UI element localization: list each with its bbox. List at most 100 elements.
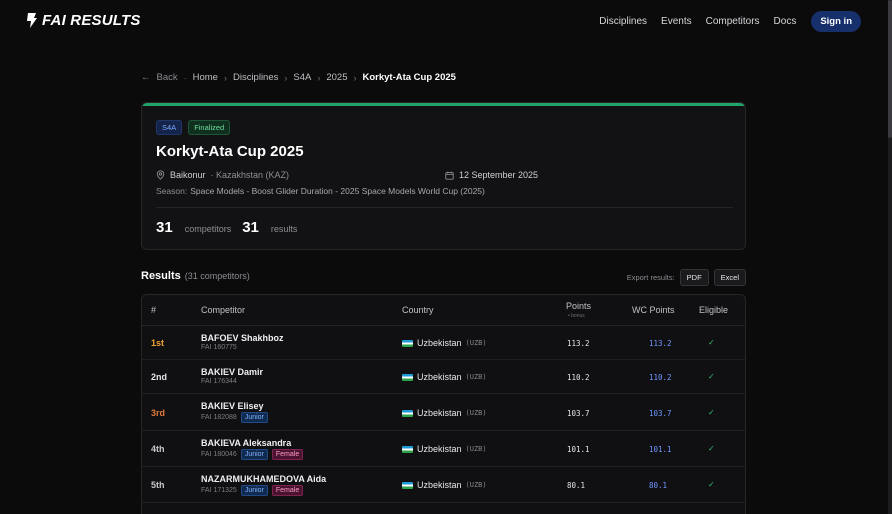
competitor-meta: FAI 176344	[201, 378, 237, 385]
country-code: (UZB)	[465, 409, 487, 417]
country-name: Uzbekistan	[417, 372, 462, 382]
calendar-icon	[445, 171, 454, 180]
sign-in-button[interactable]: Sign in	[811, 11, 861, 32]
junior-badge: Junior	[240, 412, 268, 423]
eligible-check-icon: ✓	[708, 408, 715, 417]
col-eligible[interactable]: Eligible	[699, 305, 728, 315]
country-name: Uzbekistan	[417, 338, 462, 348]
breadcrumb-current: Korkyt-Ata Cup 2025	[362, 72, 456, 83]
competitor-name[interactable]: BAKIEV Elisey	[201, 401, 264, 411]
export-controls: Export results: PDF Excel	[627, 269, 746, 286]
points-value: 101.1	[567, 445, 590, 454]
table-header: # Competitor Country Points • bonus WC P…	[142, 295, 745, 326]
country-code: (UZB)	[465, 481, 487, 489]
nav-docs[interactable]: Docs	[774, 16, 797, 27]
row-rank: 5th	[151, 480, 165, 490]
breadcrumb: ← Back · Home › Disciplines › S4A › 2025…	[141, 72, 456, 83]
col-rank[interactable]: #	[151, 305, 156, 315]
eligible-check-icon: ✓	[708, 480, 715, 489]
table-row[interactable]: 4th BAKIEVA Aleksandra FAI 180046 Junior Fem…	[142, 431, 745, 467]
country-code: (UZB)	[465, 339, 487, 347]
eligible-check-icon: ✓	[708, 338, 715, 347]
season-label: Season:	[156, 186, 188, 196]
competitor-name[interactable]: NAZARMUKHAMEDOVA Aida	[201, 474, 326, 484]
nav-competitors[interactable]: Competitors	[706, 16, 760, 27]
points-value: 110.2	[567, 373, 590, 382]
breadcrumb-disciplines[interactable]: Disciplines	[233, 72, 278, 83]
event-country: · Kazakhstan (KAZ)	[210, 170, 290, 180]
fai-id: FAI 176344	[201, 378, 237, 385]
back-arrow-icon[interactable]: ←	[141, 72, 151, 83]
results-label: results	[270, 224, 298, 234]
breadcrumb-s4a[interactable]: S4A	[293, 72, 311, 83]
uzbekistan-flag-icon	[402, 481, 413, 489]
country-code: (UZB)	[465, 373, 487, 381]
results-title: Results	[141, 270, 181, 282]
wc-points-value: 101.1	[649, 445, 672, 454]
nav-disciplines[interactable]: Disciplines	[599, 16, 647, 27]
competitor-name[interactable]: BAKIEV Damir	[201, 367, 263, 377]
competitor-meta: FAI 182088 Junior	[201, 412, 268, 423]
points-value: 103.7	[567, 409, 590, 418]
season-value[interactable]: Space Models - Boost Glider Duration - 2…	[190, 186, 485, 196]
breadcrumb-2025[interactable]: 2025	[326, 72, 347, 83]
competitor-name[interactable]: BAFOEV Shakhboz	[201, 333, 284, 343]
col-points-sub: • bonus	[568, 313, 585, 319]
logo-text: FAI RESULTS	[42, 12, 141, 29]
uzbekistan-flag-icon	[402, 445, 413, 453]
country-cell: Uzbekistan (UZB)	[402, 480, 487, 490]
fai-id: FAI 160775	[201, 344, 237, 351]
eligible-check-icon: ✓	[708, 444, 715, 453]
uzbekistan-flag-icon	[402, 409, 413, 417]
export-excel-button[interactable]: Excel	[713, 269, 746, 286]
event-badges: S4A Finalized	[156, 120, 231, 135]
fai-id: FAI 171325	[201, 487, 237, 494]
country-cell: Uzbekistan (UZB)	[402, 338, 487, 348]
competitor-name[interactable]: BAKIEVA Aleksandra	[201, 438, 291, 448]
points-value: 80.1	[567, 481, 586, 490]
event-card: S4A Finalized Korkyt-Ata Cup 2025 Baikon…	[141, 102, 746, 250]
table-row[interactable]: 1st BAFOEV Shakhboz FAI 160775 Uzbekistan (U…	[142, 326, 745, 360]
scrollbar-thumb[interactable]	[888, 0, 892, 138]
event-title: Korkyt-Ata Cup 2025	[156, 143, 304, 160]
competitor-meta: FAI 171325 Junior Female	[201, 485, 304, 496]
breadcrumb-separator: ·	[183, 72, 187, 83]
junior-badge: Junior	[240, 485, 268, 496]
competitor-meta: FAI 180046 Junior Female	[201, 449, 304, 460]
class-badge: S4A	[156, 120, 183, 135]
scrollbar-track[interactable]	[888, 0, 892, 514]
card-divider	[156, 207, 733, 208]
nav-events[interactable]: Events	[661, 16, 692, 27]
back-link[interactable]: Back	[157, 72, 178, 83]
col-country[interactable]: Country	[402, 305, 434, 315]
col-wc-points[interactable]: WC Points	[632, 305, 675, 315]
country-code: (UZB)	[465, 445, 487, 453]
breadcrumb-home[interactable]: Home	[193, 72, 218, 83]
col-competitor[interactable]: Competitor	[201, 305, 245, 315]
country-cell: Uzbekistan (UZB)	[402, 444, 487, 454]
row-rank: 2nd	[151, 372, 168, 382]
chevron-right-icon: ›	[317, 72, 321, 83]
table-row[interactable]: 3rd BAKIEV Elisey FAI 182088 Junior Uzbekist…	[142, 394, 745, 431]
uzbekistan-flag-icon	[402, 373, 413, 381]
results-table: # Competitor Country Points • bonus WC P…	[141, 294, 746, 514]
chevron-right-icon: ›	[353, 72, 357, 83]
col-points[interactable]: Points	[566, 301, 591, 311]
country-name: Uzbekistan	[417, 408, 462, 418]
fai-logo-icon	[27, 13, 37, 28]
table-row[interactable]	[142, 503, 745, 514]
event-date: 12 September 2025	[445, 170, 538, 180]
wc-points-value: 80.1	[649, 481, 668, 490]
event-location: Baikonur · Kazakhstan (KAZ)	[156, 170, 289, 180]
table-row[interactable]: 2nd BAKIEV Damir FAI 176344 Uzbekistan (UZB)…	[142, 360, 745, 394]
competitor-meta: FAI 160775	[201, 344, 237, 351]
top-navigation: FAI RESULTS Disciplines Events Competito…	[0, 0, 892, 42]
export-pdf-button[interactable]: PDF	[679, 269, 709, 286]
site-logo[interactable]: FAI RESULTS	[26, 12, 141, 29]
chevron-right-icon: ›	[284, 72, 288, 83]
table-row[interactable]: 5th NAZARMUKHAMEDOVA Aida FAI 171325 Junior…	[142, 467, 745, 503]
event-city: Baikonur	[170, 170, 206, 180]
country-cell: Uzbekistan (UZB)	[402, 408, 487, 418]
status-badge: Finalized	[188, 120, 231, 135]
export-label: Export results:	[626, 273, 675, 282]
